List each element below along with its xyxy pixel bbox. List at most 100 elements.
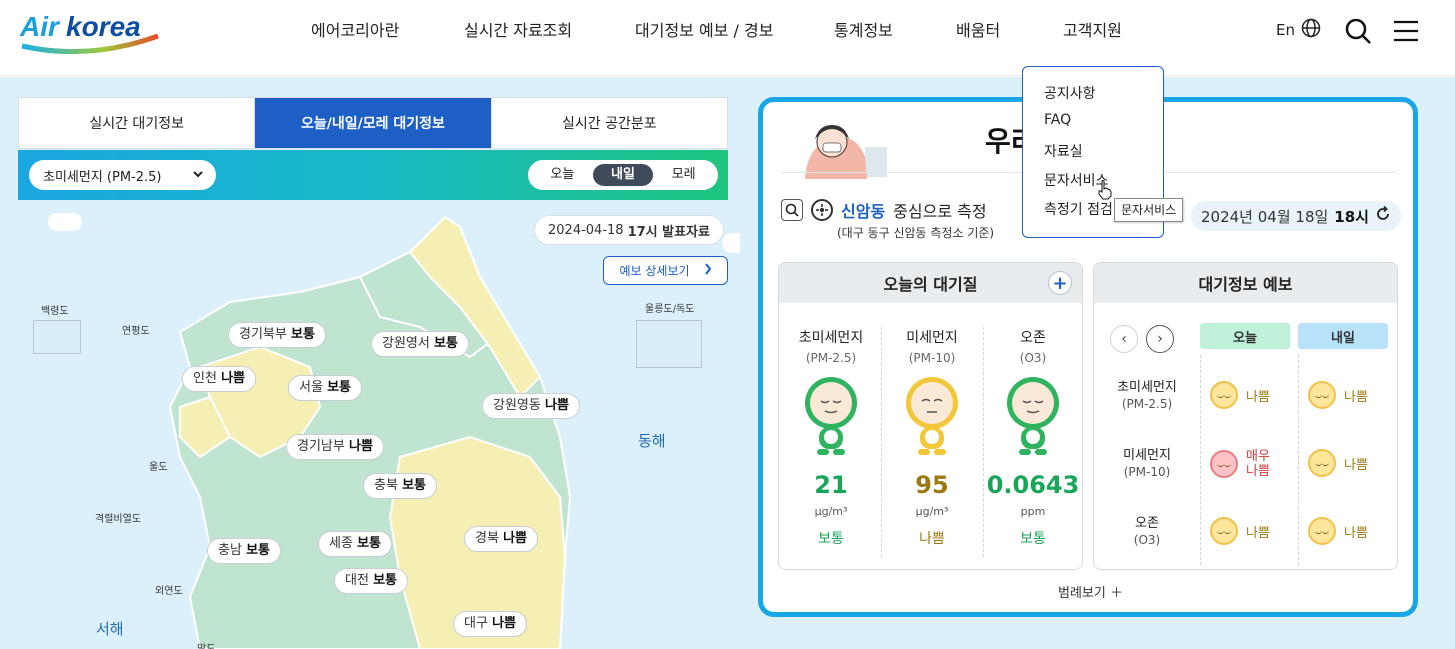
nav-about[interactable]: 에어코리아란 <box>311 20 399 42</box>
region-label[interactable]: 경기북부 보통 <box>228 322 326 348</box>
forecast-cell: 나쁨 <box>1308 381 1397 409</box>
menu-item-archive[interactable]: 자료실 <box>1044 141 1083 161</box>
plus-icon[interactable]: + <box>1048 271 1072 295</box>
tooltip: 문자서비스 <box>1114 198 1184 222</box>
airkorea-logo[interactable]: Air korea <box>18 6 163 56</box>
region-label[interactable]: 세종 보통 <box>318 531 392 557</box>
svg-text:Air: Air <box>19 11 61 42</box>
island-label: 울릉도/독도 <box>645 304 695 315</box>
bad-face-icon <box>1210 517 1238 545</box>
island-label: 백령도 <box>41 306 69 317</box>
issue-time: 17시 발표자료 <box>627 224 710 240</box>
day-toggle: 오늘 내일 모레 <box>528 160 718 190</box>
forecast-row-label: 미세먼지 (PM-10) <box>1123 448 1171 479</box>
island-label: 외연도 <box>155 586 183 597</box>
nav-realtime[interactable]: 실시간 자료조회 <box>464 20 572 42</box>
nav-statistics[interactable]: 통계정보 <box>834 20 893 42</box>
region-label[interactable]: 대전 보통 <box>334 568 408 594</box>
today-item-pm25: 초미세먼지 (PM-2.5) 21 μg/m³ 보통 <box>798 330 864 547</box>
region-label[interactable]: 경북 나쁨 <box>464 526 538 552</box>
forecast-cell: 나쁨 <box>1210 517 1300 545</box>
forecast-head-tomorrow: 내일 <box>1298 323 1388 349</box>
sea-label-east: 동해 <box>638 432 666 450</box>
island-label: 말도 <box>197 640 215 649</box>
very-bad-face-icon <box>1210 450 1238 478</box>
region-label[interactable]: 강원영동 나쁨 <box>482 393 580 419</box>
today-air-card: 오늘의 대기질 + 초미세먼지 (PM-2.5) 21 μg/m³ 보통 미세먼… <box>778 262 1083 570</box>
tab-realtime[interactable]: 실시간 대기정보 <box>19 98 256 148</box>
chevron-down-icon <box>192 168 204 183</box>
measure-time: 2024년 04월 18일 18시 <box>1191 201 1401 231</box>
refresh-icon[interactable] <box>1375 205 1391 226</box>
today-item-o3: 오존 (O3) 0.0643 ppm 보통 <box>986 330 1080 547</box>
region-label[interactable]: 서울 보통 <box>288 375 362 401</box>
woman-mask-illustration <box>805 125 887 179</box>
site-header: Air korea 에어코리아란 실시간 자료조회 대기정보 예보 / 경보 통… <box>0 0 1455 76</box>
pollutant-select-value: 초미세먼지 (PM-2.5) <box>43 169 162 185</box>
region-label[interactable]: 경기남부 나쁨 <box>286 434 384 460</box>
region-label[interactable]: 인천 나쁨 <box>182 366 256 392</box>
hand-cursor-icon <box>1098 180 1112 200</box>
menu-item-inspection[interactable]: 측정기 점검 <box>1044 199 1113 219</box>
island-label: 격렬비열도 <box>95 514 141 525</box>
location-target-icon[interactable] <box>811 199 833 221</box>
baengnyeong-inset <box>33 320 81 354</box>
prev-arrow-button[interactable]: ‹ <box>1110 325 1138 353</box>
nav-learning[interactable]: 배움터 <box>956 20 1000 42</box>
menu-item-faq[interactable]: FAQ <box>1044 112 1071 128</box>
menu-item-notice[interactable]: 공지사항 <box>1044 83 1096 103</box>
bad-face-icon <box>1308 449 1336 477</box>
measure-hour: 18시 <box>1334 207 1369 226</box>
chevron-right-icon <box>704 263 712 278</box>
forecast-detail-button[interactable]: 예보 상세보기 <box>603 256 728 285</box>
day-today[interactable]: 오늘 <box>532 164 593 186</box>
mascot-good-icon <box>805 377 857 455</box>
forecast-row-label: 오존 (O3) <box>1133 516 1161 547</box>
forecast-cell: 나쁨 <box>1308 449 1397 477</box>
region-label[interactable]: 충북 보통 <box>363 473 437 499</box>
mascot-good-icon <box>1007 377 1059 455</box>
today-item-pm10: 미세먼지 (PM-10) 95 μg/m³ 나쁨 <box>882 327 982 548</box>
pollutant-select[interactable]: 초미세먼지 (PM-2.5) <box>29 160 216 190</box>
issue-date: 2024-04-18 <box>548 222 624 238</box>
nav-support[interactable]: 고객지원 <box>1063 20 1122 42</box>
divider <box>1200 355 1201 565</box>
today-card-header: 오늘의 대기질 + <box>779 263 1082 303</box>
hamburger-menu-icon[interactable] <box>1394 20 1418 46</box>
forecast-cell: 나쁨 <box>1210 381 1300 409</box>
bad-face-icon <box>1308 517 1336 545</box>
filter-bar: 초미세먼지 (PM-2.5) 오늘 내일 모레 <box>18 150 728 200</box>
sea-label-west: 서해 <box>96 620 124 638</box>
nav-forecast[interactable]: 대기정보 예보 / 경보 <box>635 20 773 42</box>
search-icon[interactable] <box>781 199 803 221</box>
forecast-card-header: 대기정보 예보 <box>1094 263 1397 303</box>
location-row: 신암동 중심으로 측정 <box>781 198 987 222</box>
next-arrow-button[interactable]: › <box>1146 325 1174 353</box>
region-label[interactable]: 강원영서 보통 <box>371 331 469 357</box>
island-label: 울도 <box>149 462 168 473</box>
bad-face-icon <box>1210 381 1238 409</box>
forecast-cell: 나쁨 <box>1308 517 1397 545</box>
bad-face-icon <box>1308 381 1336 409</box>
issue-date-badge: 2024-04-18 17시 발표자료 <box>534 215 724 245</box>
location-suffix: 중심으로 측정 <box>893 202 987 221</box>
forecast-head-today: 오늘 <box>1200 323 1290 349</box>
map-tabs: 실시간 대기정보 오늘/내일/모레 대기정보 실시간 공간분포 <box>18 97 728 149</box>
language-switch[interactable]: En <box>1276 18 1321 42</box>
globe-icon <box>1301 18 1321 42</box>
search-icon[interactable] <box>1344 17 1372 49</box>
forecast-detail-label: 예보 상세보기 <box>619 264 690 278</box>
island-label: 연평도 <box>122 326 150 337</box>
day-after-tomorrow[interactable]: 모레 <box>653 164 714 186</box>
tab-spatial[interactable]: 실시간 공간분포 <box>492 98 727 148</box>
tab-forecast[interactable]: 오늘/내일/모레 대기정보 <box>255 98 492 148</box>
location-name: 신암동 <box>841 202 886 221</box>
ulleung-inset <box>636 320 702 368</box>
forecast-card: 대기정보 예보 ‹ › 오늘 내일 초미세먼지 (PM-2.5) 미세먼지 (PM-… <box>1093 262 1398 570</box>
forecast-row-label: 초미세먼지 (PM-2.5) <box>1117 380 1177 411</box>
legend-toggle[interactable]: 범례보기 ＋ <box>1058 582 1123 601</box>
region-label[interactable]: 대구 나쁨 <box>453 611 527 637</box>
mascot-bad-icon <box>906 377 958 455</box>
region-label[interactable]: 충남 보통 <box>207 538 281 564</box>
day-tomorrow[interactable]: 내일 <box>592 164 654 186</box>
